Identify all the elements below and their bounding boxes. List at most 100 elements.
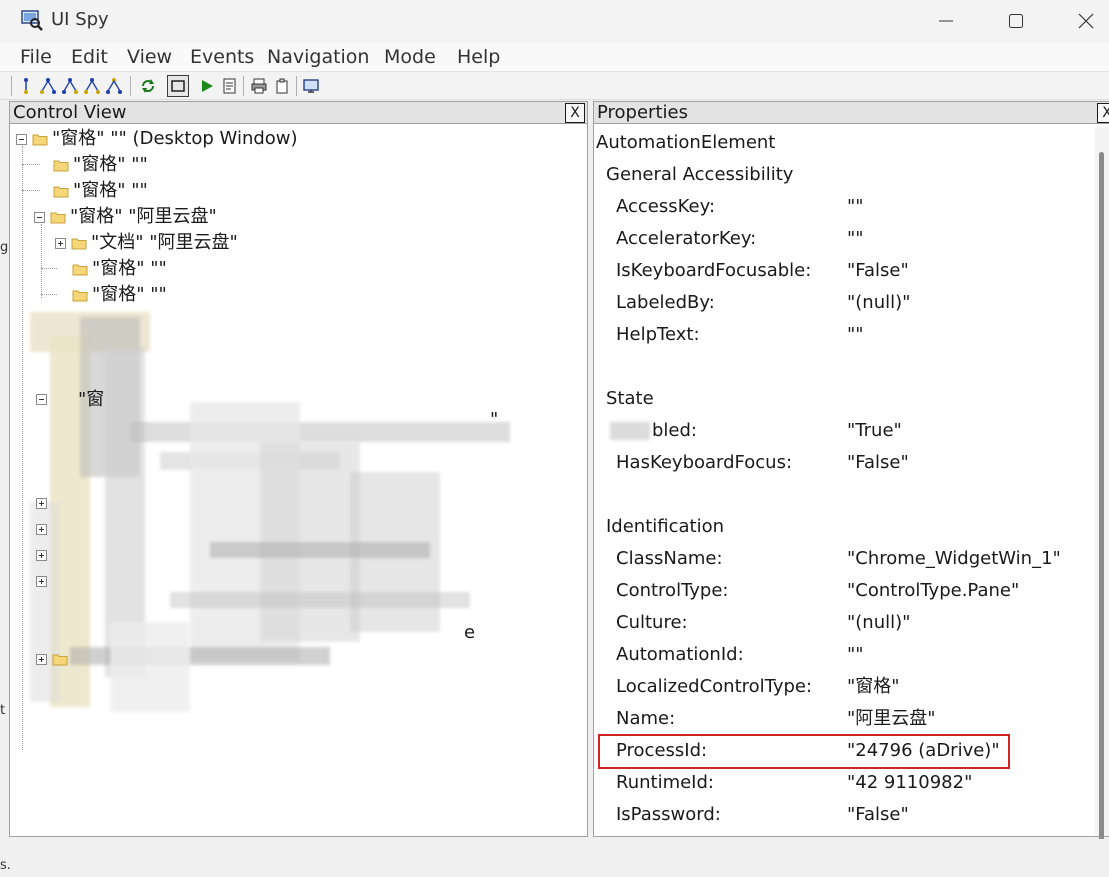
property-value[interactable]: "Chrome_WidgetWin_1" (847, 547, 1061, 571)
menu-edit[interactable]: Edit (71, 46, 108, 68)
collapse-icon[interactable] (34, 211, 45, 223)
folder-icon (52, 654, 68, 665)
tree-item-pane[interactable]: "窗格" "" (53, 153, 148, 177)
property-key: LabeledBy: (616, 292, 715, 313)
property-key: Name: (616, 708, 676, 729)
tree-item-pane[interactable]: "窗格" "" (72, 283, 167, 307)
property-value[interactable]: "False" (847, 803, 909, 827)
tree-item-pane[interactable]: "窗格" "" (72, 257, 167, 281)
property-value[interactable]: "False" (847, 259, 909, 283)
navigate-last-child-button[interactable] (103, 75, 125, 97)
property-key: HasKeyboardFocus: (616, 452, 793, 473)
close-window-button[interactable] (1055, 0, 1109, 42)
tree-guide-line (22, 190, 40, 191)
property-value[interactable]: "" (847, 323, 864, 347)
obscured-block (610, 422, 650, 440)
background-edge-glyph: t (0, 703, 6, 718)
tree-guide-line (22, 146, 23, 750)
properties-scroll-thumb[interactable] (1099, 152, 1104, 842)
property-value[interactable]: "False" (847, 451, 909, 475)
collapse-icon[interactable] (16, 133, 27, 145)
expand-icon[interactable] (55, 237, 66, 249)
properties-close-button[interactable]: X (1097, 103, 1109, 123)
minimize-icon (939, 20, 953, 22)
menu-help[interactable]: Help (457, 46, 500, 68)
property-group-identification: Identification (606, 516, 725, 537)
tree-item-desktop-window[interactable]: "窗格" "" (Desktop Window) (16, 127, 298, 151)
expand-icon[interactable] (36, 524, 47, 535)
menu-view[interactable]: View (127, 46, 172, 68)
property-group-state: State (606, 388, 654, 409)
expand-icon[interactable] (36, 576, 47, 587)
tree-guide-line (22, 164, 40, 165)
navigate-parent-button[interactable] (15, 75, 37, 97)
property-key: RuntimeId: (616, 772, 714, 793)
expand-icon[interactable] (36, 653, 47, 665)
minimize-button[interactable] (915, 0, 977, 42)
clear-events-button[interactable] (248, 75, 270, 97)
screen-capture-button[interactable] (300, 75, 322, 97)
printer-icon (251, 78, 267, 94)
refresh-button[interactable] (137, 75, 159, 97)
property-key: HelpText: (616, 324, 700, 345)
background-edge-glyph: s. (0, 858, 11, 873)
menu-navigation[interactable]: Navigation (267, 46, 369, 68)
property-value[interactable]: "窗格" (847, 675, 900, 699)
tree-item-label: "窗格" "" (73, 180, 148, 201)
expand-icon[interactable] (36, 550, 47, 561)
property-value[interactable]: "" (847, 643, 864, 667)
property-value[interactable]: "ControlType.Pane" (847, 579, 1019, 603)
tree-item-label: "窗格" "" (Desktop Window) (52, 128, 298, 149)
tree-item-label: "窗格" "阿里云盘" (70, 206, 217, 227)
properties-pane: Properties X AutomationElement General A… (593, 101, 1109, 842)
navigate-next-sibling-button[interactable] (59, 75, 81, 97)
tree-item-label: "窗格" "" (73, 154, 148, 175)
navigate-first-child-button[interactable] (37, 75, 59, 97)
properties-document-button[interactable] (219, 75, 241, 97)
property-value[interactable]: "(null)" (847, 291, 910, 315)
properties-header: Properties X (594, 102, 1109, 124)
maximize-button[interactable] (985, 0, 1047, 42)
play-button[interactable] (196, 75, 218, 97)
obscured-tree-fragment: " (490, 409, 499, 430)
clipboard-button[interactable] (271, 75, 293, 97)
window-title: UI Spy (51, 9, 109, 30)
tree-item-label: "窗格" "" (92, 284, 167, 305)
toolbar (0, 72, 1109, 100)
collapse-icon[interactable] (36, 394, 47, 405)
tree-item-aliyun-drive-document[interactable]: "文档" "阿里云盘" (55, 231, 238, 255)
property-value[interactable]: "阿里云盘" (847, 707, 936, 731)
expand-icon[interactable] (36, 498, 47, 509)
window-frame-icon (171, 80, 185, 92)
property-value[interactable]: "" (847, 227, 864, 251)
control-view-title: Control View (13, 102, 127, 123)
tree-item-obscured[interactable] (36, 647, 72, 671)
menu-mode[interactable]: Mode (384, 46, 436, 68)
property-value[interactable]: "" (847, 195, 864, 219)
tree-item-aliyun-drive-pane[interactable]: "窗格" "阿里云盘" (34, 205, 217, 229)
property-value[interactable]: "42 9110982" (847, 771, 972, 795)
control-view-close-button[interactable]: X (565, 103, 585, 123)
properties-scrollbar[interactable] (1095, 126, 1109, 842)
toolbar-separator (296, 76, 297, 96)
toolbar-separator (243, 76, 244, 96)
menu-file[interactable]: File (20, 46, 52, 68)
folder-icon (72, 264, 88, 275)
status-bar (0, 839, 1109, 877)
close-icon (1078, 13, 1094, 29)
toolbar-separator (130, 76, 131, 96)
property-value[interactable]: "(null)" (847, 611, 910, 635)
folder-icon (72, 290, 88, 301)
tree-item-pane[interactable]: "窗格" "" (53, 179, 148, 203)
property-key: bled: (652, 420, 697, 441)
ui-spy-window: UI Spy File Edit View Events Navigation … (0, 0, 1109, 877)
control-view-pane: Control View X "窗格" "" (Desktop Window) … (9, 101, 588, 837)
clipboard-icon (276, 78, 288, 94)
folder-open-icon (50, 212, 66, 223)
property-value[interactable]: "True" (847, 419, 902, 443)
menu-events[interactable]: Events (190, 46, 254, 68)
focus-tracking-toggle[interactable] (167, 75, 189, 97)
navigate-previous-sibling-button[interactable] (81, 75, 103, 97)
property-key: IsKeyboardFocusable: (616, 260, 812, 281)
tree-first-child-icon (40, 78, 56, 94)
